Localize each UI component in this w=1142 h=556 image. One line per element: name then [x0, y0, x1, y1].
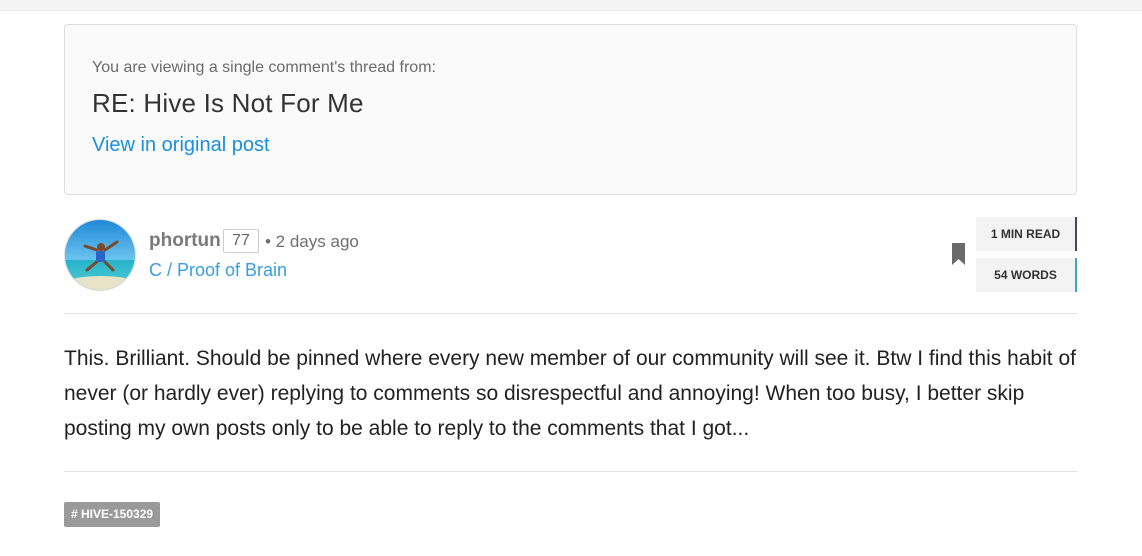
avatar[interactable]	[64, 219, 136, 291]
avatar-image	[65, 220, 135, 290]
post-timestamp: • 2 days ago	[265, 232, 359, 251]
divider	[64, 471, 1077, 472]
thread-title: RE: Hive Is Not For Me	[92, 88, 364, 118]
bookmark-icon[interactable]	[952, 243, 965, 265]
view-original-post-link[interactable]: View in original post	[92, 134, 270, 157]
thread-intro-text: You are viewing a single comment's threa…	[92, 59, 436, 76]
divider	[64, 313, 1077, 314]
thread-context-panel: You are viewing a single comment's threa…	[64, 24, 1077, 195]
author-row: phortun 77 • 2 days ago C / Proof of Bra…	[64, 217, 1077, 294]
word-count-badge: 54 WORDS	[976, 258, 1077, 292]
top-bar	[0, 0, 1142, 11]
tag-hive-150329[interactable]: # HIVE-150329	[64, 502, 161, 527]
read-time-badge: 1 MIN READ	[976, 217, 1077, 251]
comment-body: This. Brilliant. Should be pinned where …	[64, 347, 1076, 440]
community-link[interactable]: C / Proof of Brain	[149, 260, 287, 281]
author-name[interactable]: phortun	[149, 230, 221, 252]
reputation-badge: 77	[223, 229, 259, 253]
